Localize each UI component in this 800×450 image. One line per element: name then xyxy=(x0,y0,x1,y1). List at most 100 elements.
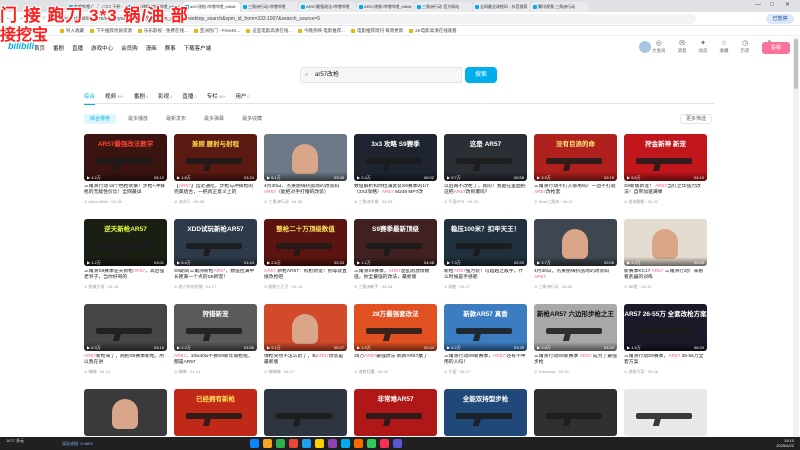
header-history-button[interactable]: ◷ 历史 xyxy=(741,40,750,54)
video-thumbnail[interactable] xyxy=(264,389,347,436)
header-dynamic-button[interactable]: ✦ 动态 xyxy=(699,40,708,54)
video-thumbnail[interactable]: 稳压100米？扣牢天王！ ▶ 7.9万 02:20 xyxy=(444,219,527,266)
video-card[interactable]: 逆天新枪AR57 ▶ 1.2万 03:01 三角洲S9赛季逆天新枪AR57，高启强老爷… xyxy=(84,219,167,296)
video-author[interactable]: ⊙ 刚枪 · 04-17 xyxy=(444,284,527,290)
bookmark-item[interactable]: 这些电影高清在线... xyxy=(246,28,292,34)
taskbar-app-icon[interactable] xyxy=(328,439,337,448)
video-thumbnail[interactable]: 这是 AR57 ▶ 9.7万 00:58 xyxy=(444,134,527,181)
bookmark-item[interactable]: 2K电影高清在线观看 xyxy=(409,28,457,34)
video-title[interactable]: S9新版新宠！ AR57当打之年强力改法！自带加速满弹 xyxy=(624,184,707,196)
page-scrollbar[interactable] xyxy=(793,37,799,437)
video-card[interactable]: 新款AR57 真香 ▶ 5.2万 03:39 三角洲行动S9新赛季，AR57 还有不中… xyxy=(444,304,527,381)
more-filters-button[interactable]: 更多筛选 xyxy=(680,114,713,124)
video-card[interactable]: S9赛季最新顶级 ▶ 1.1万 04:48 三角洲S9赛季，AR57混乱刚激情数值，你… xyxy=(354,219,437,296)
upload-button[interactable]: 投稿 xyxy=(762,42,790,54)
video-card[interactable]: ▶ 6.1万 03:45 4月30日，杰莱丽嗨挤战场的改装码AR57（能把对手打懵的… xyxy=(264,134,347,211)
bilibili-logo[interactable]: bilibili xyxy=(8,41,34,51)
video-author[interactable]: ⊙ 老张聊枪 · 04-22 xyxy=(624,199,707,205)
system-tray-clock[interactable]: 19:10 2025/4/22 xyxy=(728,438,794,448)
video-thumbnail[interactable] xyxy=(624,389,707,436)
video-thumbnail[interactable]: AR57 26-55万 全套改枪方案 ▶ 1.5万 06:20 xyxy=(624,304,707,351)
stock-ticker[interactable]: 深证成指 +0.88% xyxy=(62,441,93,447)
taskbar-app-icon[interactable] xyxy=(341,439,350,448)
video-card[interactable]: AR57 26-55万 全套改枪方案 ▶ 1.5万 06:20 三角洲行动S9赛季，A… xyxy=(624,304,707,381)
video-author[interactable]: ⊙ 改枪狂魔 · 04-15 xyxy=(354,369,437,375)
video-thumbnail[interactable]: ▶ 3.7万 02:06 xyxy=(534,219,617,266)
video-card[interactable]: 这是 AR57 ▶ 9.7万 00:58 以后再不改枪了，真的！我能在里面把这把AR5… xyxy=(444,134,527,211)
video-thumbnail[interactable]: 狩猎新宠 ▶ 2.2万 01:56 xyxy=(174,304,257,351)
video-title[interactable]: 以后再不改枪了，真的！我能在里面把这把AR57改到爆吗？ xyxy=(444,184,527,196)
video-thumbnail[interactable]: 已经拥有新枪 xyxy=(174,389,257,436)
video-thumbnail[interactable]: 全能双持型步枪 xyxy=(444,389,527,436)
browser-tab[interactable]: AR57改装-哔哩哔哩_bilibili xyxy=(357,2,414,12)
video-title[interactable]: 28万AR57最强改法 新款AR57赢了 xyxy=(354,354,437,366)
taskbar-app-icon[interactable] xyxy=(367,439,376,448)
forward-icon[interactable]: → xyxy=(18,15,24,21)
video-thumbnail[interactable] xyxy=(84,389,167,436)
top-nav-item[interactable]: 直播 xyxy=(72,44,83,52)
browser-tab[interactable]: 三角洲行动-哔哩哔哩 xyxy=(241,2,298,12)
taskbar-app-icon[interactable] xyxy=(354,439,363,448)
video-title[interactable]: 4月30日，杰莱丽嗨挤战场的改装码AR57（能把对手打懵的改装） xyxy=(264,184,347,196)
sort-option[interactable]: 最多弹幕 xyxy=(198,114,231,124)
video-author[interactable]: ⊙ 刚枪小王子 · 04-15 xyxy=(264,284,347,290)
top-nav-item[interactable]: 漫画 xyxy=(146,44,157,52)
video-thumbnail[interactable]: 兼顾 腰射与射程 ▶ 1.8万 01:24 xyxy=(174,134,257,181)
video-thumbnail[interactable]: 新枪AR57 六边形步枪之王 ▶ 2.8万 04:02 xyxy=(534,304,617,351)
taskbar-app-icon[interactable] xyxy=(315,439,324,448)
video-author[interactable]: ⊙ 三角洲新手 · 04-18 xyxy=(354,284,437,290)
video-card[interactable]: 整枪二十万顶级数值 ▶ 2.6万 02:33 AR57 新枪AR57：机枪新宠！别等就… xyxy=(264,219,347,296)
video-thumbnail[interactable]: 非常难AR57 xyxy=(354,389,437,436)
video-title[interactable]: 4月30日，杰莱丽嗨挤战场的改装码AR57 xyxy=(534,269,617,281)
taskbar-app-icon[interactable] xyxy=(276,439,285,448)
search-input[interactable]: ⌕ ar57改枪 xyxy=(300,67,462,83)
video-card[interactable]: 稳压100米？扣牢天王！ ▶ 7.9万 02:20 新枪AR57强力装！可超越之敌手，… xyxy=(444,219,527,296)
url-field[interactable]: search.bilibili.com/all?keyword=ar57改枪&f… xyxy=(56,14,696,24)
video-title[interactable]: AR57、10w40w不换S9新年限枪组，都是AR57 xyxy=(174,354,257,366)
video-thumbnail[interactable]: ▶ 6.3万 03:18 xyxy=(84,304,167,351)
bookmark-item[interactable]: 乐乐影视 - 免费在线... xyxy=(138,28,188,34)
back-icon[interactable]: ← xyxy=(6,15,12,21)
reload-icon[interactable]: ↻ xyxy=(30,15,35,22)
top-nav-item[interactable]: 首页 xyxy=(34,44,45,52)
video-thumbnail[interactable]: ▶ 9.1万 05:27 xyxy=(264,304,347,351)
video-thumbnail[interactable]: S9赛季最新顶级 ▶ 1.1万 04:48 xyxy=(354,219,437,266)
profile-button[interactable]: 已暂停 xyxy=(766,14,794,24)
browser-tab-active[interactable]: ar57改枪-哔哩哔哩_bilibili xyxy=(183,2,240,12)
video-thumbnail[interactable]: ▶ 4.0万 00:40 xyxy=(624,219,707,266)
video-thumbnail[interactable]: 28万最强套改法 ▶ 1.9万 02:44 xyxy=(354,304,437,351)
top-nav-item[interactable]: 番剧 xyxy=(53,44,64,52)
video-author[interactable]: ⊙ 改枪方案 · 04-16 xyxy=(624,369,707,375)
video-card[interactable]: 28万最强套改法 ▶ 1.9万 02:44 28万AR57最强改法 新款AR57赢了 ⊙… xyxy=(354,304,437,381)
video-author[interactable]: ⊙ 嗨嗨嗨 · 04-17 xyxy=(264,369,347,375)
bookmark-item[interactable]: 亚洲热门 - Free4K... xyxy=(193,28,240,34)
video-author[interactable]: ⊙ 千面FPS · 04-19 xyxy=(444,199,527,205)
video-title[interactable]: 【AR57】远近通吃，步枪与冲锋枪的完美结合，一把真正意义上的 xyxy=(174,184,257,196)
video-thumbnail[interactable]: 没有巨浪的命 ▶ 3.3万 02:15 xyxy=(534,134,617,181)
video-title[interactable]: AR57新枪来了，两把S9赛季新枪，所以我在讲 xyxy=(84,354,167,366)
video-author[interactable]: ⊙ 三角洲大佬 · 04-25 xyxy=(354,199,437,205)
sort-option[interactable]: 最新发布 xyxy=(160,114,193,124)
video-thumbnail[interactable] xyxy=(534,389,617,436)
video-thumbnail[interactable]: 3x3 攻略 S9赛季 ▶ 2.4万 06:02 xyxy=(354,134,437,181)
top-nav-item[interactable]: 会员购 xyxy=(121,44,138,52)
bookmark-item[interactable]: 导入收藏 xyxy=(60,28,84,34)
maximize-button[interactable]: □ xyxy=(770,0,774,10)
video-title[interactable]: 三角洲行动S9新赛季 AR57 成为了最强步枪 xyxy=(534,354,617,366)
video-thumbnail[interactable]: XDD试玩新枪AR57 ▶ 8.4万 01:44 xyxy=(174,219,257,266)
top-nav-item[interactable]: 赛事 xyxy=(165,44,176,52)
video-thumbnail[interactable]: 整枪二十万顶级数值 ▶ 2.6万 02:33 xyxy=(264,219,347,266)
video-title[interactable]: 三角洲行动S9新赛季，AR57 还有不中用的人吗！ xyxy=(444,354,527,366)
bookmark-item[interactable]: 电影推荐周刊 每周更新 xyxy=(351,28,403,34)
browser-tab[interactable]: 全网最全改枪码 - 抖音搜索 xyxy=(473,2,530,12)
taskbar-app-icon[interactable] xyxy=(380,439,389,448)
video-author[interactable]: ⊙ AlmondNei · 04-18 xyxy=(84,199,167,204)
video-card[interactable]: ▶ 3.7万 02:06 4月30日，杰莱丽嗨挤战场的改装码AR57 ⊙ 三角洲行动 … xyxy=(534,219,617,296)
video-author[interactable]: ⊙ 洲大行 · 04-08 xyxy=(174,199,257,205)
video-title[interactable]: 三角洲行动不打人够用吗！一边不打就AR57改枪套 xyxy=(534,184,617,196)
video-card[interactable]: ▶ 4.0万 00:40 新赛季KC17 AR57 三角洲行动！来看看武器的训练 ⊙ … xyxy=(624,219,707,296)
video-title[interactable]: S9期间三角洲新枪AR57，数值拉满中长距离一个点的S9新宠！ xyxy=(174,269,257,281)
minimize-button[interactable]: — xyxy=(755,0,761,10)
video-thumbnail[interactable]: 狩金新神 新宠 ▶ 5.5万 04:10 xyxy=(624,134,707,181)
home-icon[interactable]: ⌂ xyxy=(42,15,46,21)
